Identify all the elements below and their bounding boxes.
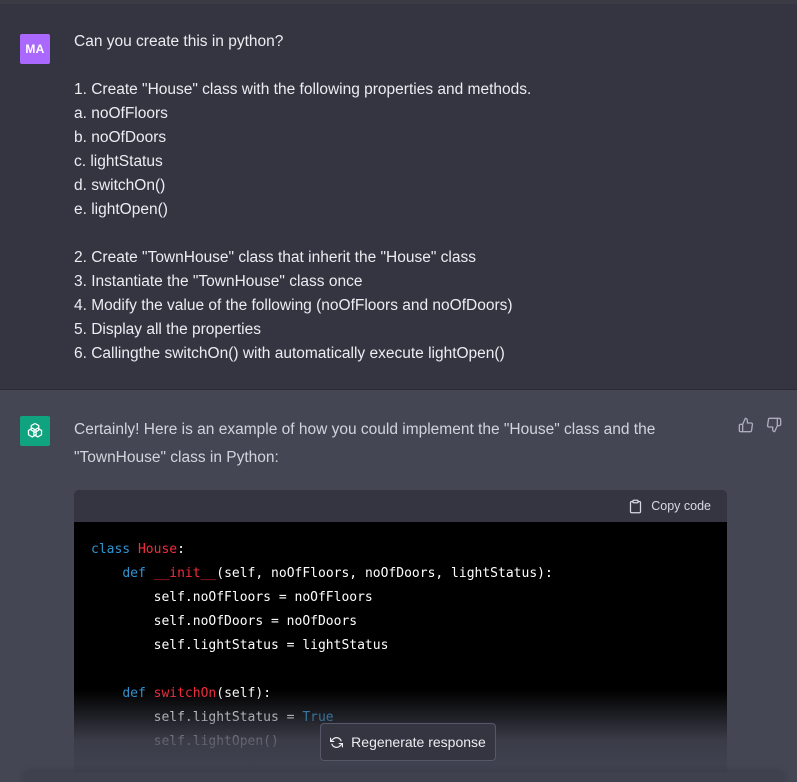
thumbs-up-icon[interactable] (738, 417, 756, 435)
user-line: Can you create this in python? (74, 33, 284, 50)
code-text: (self): (216, 686, 272, 701)
feedback-buttons (738, 417, 784, 435)
code-line: self.lightStatus = lightStatus (91, 638, 389, 653)
user-message-text: Can you create this in python? 1. Create… (74, 30, 734, 366)
user-line: 5. Display all the properties (74, 321, 261, 338)
user-line: 2. Create "TownHouse" class that inherit… (74, 249, 476, 266)
copy-code-label: Copy code (651, 499, 711, 513)
code-function-name: __init__ (153, 566, 217, 581)
user-line: 1. Create "House" class with the followi… (74, 81, 532, 98)
code-class-name: House (137, 542, 178, 557)
code-keyword: class (91, 542, 131, 557)
user-line: e. lightOpen() (74, 201, 168, 218)
code-line: self.noOfDoors = noOfDoors (91, 614, 358, 629)
code-line: self.noOfFloors = noOfFloors (91, 590, 373, 605)
code-line: class House: (91, 538, 710, 562)
user-line: d. switchOn() (74, 177, 166, 194)
code-text: : (177, 542, 185, 557)
code-text: self.lightStatus = (91, 710, 303, 725)
assistant-intro-text: Certainly! Here is an example of how you… (74, 421, 656, 466)
user-line: b. noOfDoors (74, 129, 167, 146)
code-keyword: def (122, 566, 146, 581)
user-line: 6. Callingthe switchOn() with automatica… (74, 345, 505, 362)
code-text: (self, noOfFloors, noOfDoors, lightStatu… (216, 566, 553, 581)
code-header: Copy code (74, 490, 727, 522)
copy-code-button[interactable]: Copy code (628, 499, 711, 514)
user-line (74, 54, 734, 78)
user-line: c. lightStatus (74, 153, 163, 170)
code-line: def switchOn(self): (91, 682, 710, 706)
user-line: 3. Instantiate the "TownHouse" class onc… (74, 273, 363, 290)
user-message: MA Can you create this in python? 1. Cre… (0, 4, 797, 390)
user-line: 4. Modify the value of the following (no… (74, 297, 513, 314)
refresh-icon (330, 736, 344, 749)
code-line: def __init__(self, noOfFloors, noOfDoors… (91, 562, 710, 586)
regenerate-label: Regenerate response (351, 734, 486, 750)
code-function-name: switchOn (153, 686, 217, 701)
message-input-edge[interactable] (24, 772, 784, 782)
code-keyword: def (122, 686, 146, 701)
user-line: a. noOfFloors (74, 105, 168, 122)
thumbs-down-icon[interactable] (766, 417, 784, 435)
clipboard-icon (628, 499, 643, 514)
user-line (74, 222, 734, 246)
regenerate-response-button[interactable]: Regenerate response (320, 723, 496, 761)
openai-logo-icon (20, 416, 50, 446)
user-avatar: MA (20, 34, 50, 64)
